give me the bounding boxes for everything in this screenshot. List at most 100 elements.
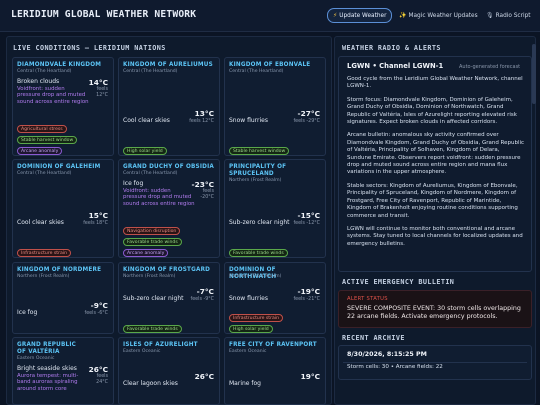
nation-card[interactable]: DOMINION OF GALEHEIM Central (The Heartla… [12,159,114,258]
condition-tag: Infrastructure strain [17,249,71,257]
radio-script-label: Radio Script [495,12,531,19]
nation-card[interactable]: GRAND DUCHY OF OBSIDIA Central (The Heart… [118,159,220,258]
nation-card[interactable]: FREE CITY OF RAVENPORT Eastern Oceanic Mar… [224,337,326,405]
weather-alert: Voidfront: sudden pressure drop and mute… [123,188,195,207]
nation-name: KINGDOM OF NORDMERE [17,267,102,273]
nation-card[interactable]: ISLES OF AZURELIGHT Eastern Oceanic Clear … [118,337,220,405]
radio-callsign: LGWN • Channel LGWN-1 [347,62,444,70]
alert-status-label: ALERT STATUS [347,296,388,302]
feels-like: feels -29°C [293,119,320,124]
condition-tag: High solar yield [123,147,167,155]
magic-weather-updates-label: Magic Weather Updates [408,12,478,19]
nation-name: DOMINION OF GALEHEIM [17,164,101,170]
nation-name: FREE CITY OF RAVENPORT [229,342,317,348]
radio-script-button[interactable]: 🎙 Radio Script [481,8,536,23]
radio-paragraph: LGWN will continue to monitor both conve… [347,225,523,247]
condition-tag: Stable harvest window [229,147,290,155]
feels-like: feels 24°C [96,374,108,386]
temperature: -23°C [191,180,214,189]
bulletin-text: SEVERE COMPOSITE EVENT: 30 storm cells o… [347,305,521,321]
sparkle-icon: ✨ [399,12,407,19]
nation-name: GRAND REPUBLIC OF VALTÉRIA [17,342,77,355]
nation-region: Northern (Frost Realm) [229,178,282,183]
condition-tag: Stable harvest window [17,136,78,144]
nation-name: DIAMONDVALE KINGDOM [17,62,102,68]
weather-condition: Ice fog [17,309,38,316]
nation-region: Northern (Frost Realm) [17,274,70,279]
weather-condition: Broken clouds [17,78,60,85]
bulletin-title: ACTIVE EMERGENCY BULLETIN [342,278,455,286]
temperature: 14°C [88,78,108,87]
temperature: -15°C [297,211,320,220]
bolt-icon: ⚡ [333,12,338,19]
temperature: 13°C [194,109,214,118]
nation-region: Eastern Oceanic [123,349,161,354]
feels-like: feels 18°C [83,221,108,226]
radio-script-body: Good cycle from the Leridium Global Weat… [347,76,525,254]
feels-like: feels -12°C [293,221,320,226]
weather-condition: Marine fog [229,380,261,387]
nation-card[interactable]: KINGDOM OF EBONVALE Central (The Heartlan… [224,57,326,156]
radio-paragraph: Storm focus: Diamondvale Kingdom, Domini… [347,96,517,126]
nation-card[interactable]: DIAMONDVALE KINGDOM Central (The Heartlan… [12,57,114,156]
nation-card[interactable]: KINGDOM OF AURELIUMUS Central (The Heartl… [118,57,220,156]
feels-like: feels 12°C [189,119,214,124]
nation-region: Eastern Oceanic [229,349,267,354]
app-header: LERIDIUM GLOBAL WEATHER NETWORK ⚡ Update… [0,0,540,32]
nation-card[interactable]: GRAND REPUBLIC OF VALTÉRIA Eastern Oceani… [12,337,114,405]
archive-stats: Storm cells: 30 • Arcane fields: 22 [347,364,443,370]
nation-name: KINGDOM OF FROSTGARD [123,267,211,273]
nation-region: Central (The Heartland) [123,171,178,176]
feels-like: feels -9°C [190,297,214,302]
weather-condition: Snow flurries [229,295,268,302]
weather-condition: Sub-zero clear night [229,219,290,226]
radio-paragraph: Arcane bulletin: anomalous sky activity … [347,132,525,176]
weather-alert: Voidfront: sudden pressure drop and mute… [17,86,89,105]
temperature: 26°C [88,365,108,374]
weather-condition: Cool clear skies [17,219,64,226]
feels-like: feels -6°C [84,311,108,316]
nation-name: KINGDOM OF EBONVALE [229,62,311,68]
condition-tag: Arcane anomaly [123,249,169,257]
nation-region: Central (The Heartland) [229,69,284,74]
update-weather-label: Update Weather [339,12,387,19]
nation-region: Northern (Frost Realm) [123,274,176,279]
recent-archive-title: RECENT ARCHIVE [342,334,405,342]
nation-region: Eastern Oceanic [17,356,55,361]
weather-condition: Ice fog [123,180,144,187]
condition-tag: Infrastructure strain [229,314,283,322]
radio-paragraph: Stable sectors: Kingdom of Aureliumus, K… [347,182,518,219]
weather-condition: Clear lagoon skies [123,380,178,387]
feels-like: feels 12°C [96,87,108,99]
nation-region: Central (The Heartland) [17,69,72,74]
nation-name: KINGDOM OF AURELIUMUS [123,62,213,68]
weather-condition: Sub-zero clear night [123,295,184,302]
weather-condition: Bright seaside skies [17,365,77,372]
magic-weather-updates-button[interactable]: ✨ Magic Weather Updates [394,8,483,23]
nation-region: Central (The Heartland) [123,69,178,74]
feels-like: feels -21°C [293,297,320,302]
nation-name: GRAND DUCHY OF OBSIDIA [123,164,215,170]
condition-tag: Navigation disruption [123,227,181,235]
nation-card[interactable]: KINGDOM OF FROSTGARD Northern (Frost Real… [118,262,220,334]
nation-card[interactable]: KINGDOM OF NORDMERE Northern (Frost Realm… [12,262,114,334]
app-title: LERIDIUM GLOBAL WEATHER NETWORK [11,9,197,20]
nation-card[interactable]: PRINCIPALITY OF SPRUCELAND Northern (Fros… [224,159,326,258]
weather-condition: Cool clear skies [123,117,170,124]
temperature: -27°C [297,109,320,118]
nation-region: Northern (Frost Realm) [229,274,282,279]
nation-name: PRINCIPALITY OF SPRUCELAND [229,164,287,177]
radio-paragraph: Good cycle from the Leridium Global Weat… [347,76,523,90]
temperature: -19°C [297,287,320,296]
radio-scrollbar[interactable] [532,44,536,104]
weather-condition: Snow flurries [229,117,268,124]
temperature: 26°C [194,372,214,381]
weather-alert: Aurora tempest: multi-band auroras spira… [17,373,79,392]
update-weather-button[interactable]: ⚡ Update Weather [327,8,393,23]
temperature: 19°C [300,372,320,381]
live-conditions-title: LIVE CONDITIONS — LERIDIUM NATIONS [13,44,166,52]
nation-card[interactable]: DOMINION OF NORTHWATCH Northern (Frost Re… [224,262,326,334]
radio-title: WEATHER RADIO & ALERTS [342,44,441,52]
condition-tag: High solar yield [229,325,273,333]
condition-tag: Favorable trade winds [229,249,288,257]
